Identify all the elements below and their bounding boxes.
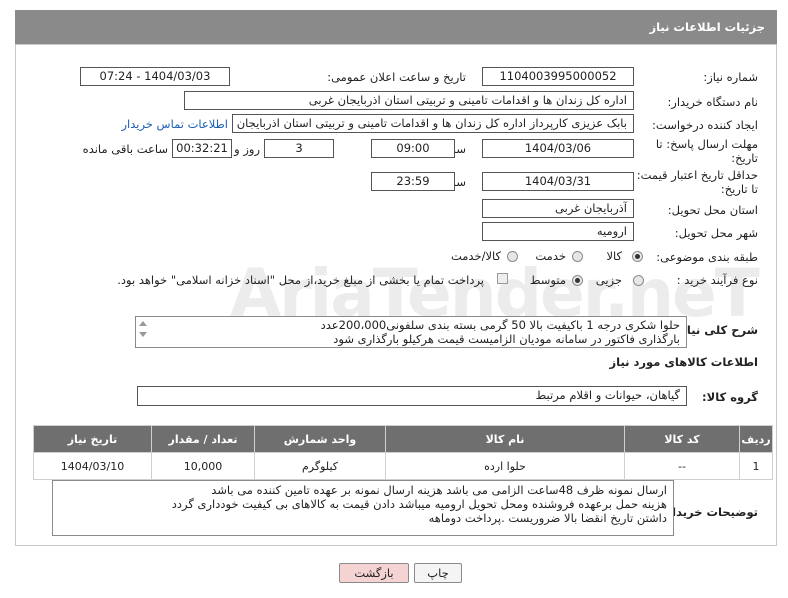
goods-table: ردیف کد کالا نام کالا واحد شمارش تعداد /… bbox=[33, 425, 773, 480]
category-radio-goods[interactable] bbox=[632, 251, 643, 262]
requester-label: ایجاد کننده درخواست: bbox=[652, 118, 758, 132]
need-number-field[interactable]: 1104003995000052 bbox=[482, 67, 634, 86]
treasury-checkbox[interactable] bbox=[497, 273, 508, 284]
deadline-label: مهلت ارسال پاسخ: تا bbox=[655, 137, 758, 151]
category-radio-goods-service[interactable] bbox=[507, 251, 518, 262]
col-header-code: کد کالا bbox=[624, 425, 740, 453]
scroll-arrows-icon bbox=[139, 321, 147, 337]
description-line-2: بارگذاری فاکتور در سامانه مودیان الزامیس… bbox=[333, 332, 680, 346]
remaining-time-field[interactable]: 00:32:21 bbox=[172, 139, 232, 158]
category-option-goods-service: کالا/خدمت bbox=[450, 249, 501, 263]
panel-title: جزئیات اطلاعات نیاز bbox=[649, 20, 765, 34]
process-radio-medium[interactable] bbox=[572, 275, 583, 286]
panel-header: جزئیات اطلاعات نیاز bbox=[15, 10, 777, 44]
description-textarea[interactable]: حلوا شکری درجه 1 باکیفیت بالا 50 گرمی بس… bbox=[135, 316, 687, 348]
deadline-time-field[interactable]: 09:00 bbox=[371, 139, 455, 158]
remaining-label: ساعت باقی مانده bbox=[82, 142, 168, 156]
need-number-label: شماره نیاز: bbox=[703, 70, 758, 84]
cell-name: حلوا ارده bbox=[385, 452, 625, 480]
description-scrollbar[interactable] bbox=[137, 318, 149, 346]
cell-row: 1 bbox=[739, 452, 773, 480]
cell-code: -- bbox=[624, 452, 740, 480]
process-option-minor: جزیی bbox=[595, 273, 622, 287]
announce-datetime-field[interactable]: 1404/03/03 - 07:24 bbox=[80, 67, 230, 86]
description-label: شرح کلی نیاز: bbox=[675, 323, 758, 337]
process-radio-minor[interactable] bbox=[633, 275, 644, 286]
col-header-name: نام کالا bbox=[385, 425, 625, 453]
payment-note: پرداخت تمام یا بخشی از مبلغ خرید،از محل … bbox=[117, 273, 484, 287]
category-label: طبقه بندی موضوعی: bbox=[656, 250, 758, 264]
col-header-unit: واحد شمارش bbox=[254, 425, 386, 453]
print-button[interactable]: چاپ bbox=[414, 563, 462, 583]
city-field[interactable]: ارومیه bbox=[482, 222, 634, 241]
buyer-notes-textarea[interactable]: ارسال نمونه ظرف 48ساعت الزامی می باشد هز… bbox=[52, 480, 674, 536]
category-option-service: خدمت bbox=[535, 249, 566, 263]
table-row[interactable]: 1 -- حلوا ارده کیلوگرم 10,000 1404/03/10 bbox=[33, 452, 773, 480]
province-label: استان محل تحویل: bbox=[667, 203, 758, 217]
province-field[interactable]: آذربایجان غربی bbox=[482, 199, 634, 218]
buyer-notes-line-3: داشتن تاریخ انقضا بالا ضروریست .پرداخت د… bbox=[428, 511, 667, 525]
days-field[interactable]: 3 bbox=[264, 139, 334, 158]
back-button[interactable]: بازگشت bbox=[339, 563, 409, 583]
process-option-medium: متوسط bbox=[529, 273, 566, 287]
validity-label-2: تا تاریخ: bbox=[720, 182, 758, 196]
deadline-date-field[interactable]: 1404/03/06 bbox=[482, 139, 634, 158]
description-line-1: حلوا شکری درجه 1 باکیفیت بالا 50 گرمی بس… bbox=[320, 318, 680, 332]
goods-group-field[interactable]: گیاهان، حیوانات و اقلام مرتبط bbox=[137, 386, 687, 406]
cell-qty: 10,000 bbox=[151, 452, 255, 480]
validity-time-field[interactable]: 23:59 bbox=[371, 172, 455, 191]
city-label: شهر محل تحویل: bbox=[674, 226, 758, 240]
requester-field[interactable]: بابک عزیزی کارپرداز اداره کل زندان ها و … bbox=[232, 114, 634, 133]
validity-date-field[interactable]: 1404/03/31 bbox=[482, 172, 634, 191]
days-label: روز و bbox=[234, 142, 260, 156]
contact-info-link[interactable]: اطلاعات تماس خریدار bbox=[121, 117, 228, 131]
category-option-goods: کالا bbox=[606, 249, 622, 263]
col-header-row: ردیف bbox=[739, 425, 773, 453]
buyer-notes-line-2: هزینه حمل برعهده فروشنده ومحل تحویل اروم… bbox=[171, 497, 667, 511]
validity-label: حداقل تاریخ اعتبار قیمت: bbox=[636, 168, 758, 182]
goods-section-title: اطلاعات کالاهای مورد نیاز bbox=[609, 355, 758, 369]
col-header-qty: تعداد / مقدار bbox=[151, 425, 255, 453]
col-header-date: تاریخ نیاز bbox=[33, 425, 152, 453]
buyer-notes-label: توضیحات خریدار: bbox=[660, 505, 758, 519]
buyer-org-field[interactable]: اداره کل زندان ها و اقدامات تامینی و ترب… bbox=[184, 91, 634, 110]
cell-unit: کیلوگرم bbox=[254, 452, 386, 480]
buyer-org-label: نام دستگاه خریدار: bbox=[667, 95, 758, 109]
goods-group-label: گروه کالا: bbox=[702, 390, 758, 404]
announce-label: تاریخ و ساعت اعلان عمومی: bbox=[327, 70, 466, 84]
deadline-label-2: تاریخ: bbox=[731, 151, 758, 165]
process-label: نوع فرآیند خرید : bbox=[676, 273, 758, 287]
buyer-notes-line-1: ارسال نمونه ظرف 48ساعت الزامی می باشد هز… bbox=[211, 483, 667, 497]
cell-date: 1404/03/10 bbox=[33, 452, 152, 480]
category-radio-service[interactable] bbox=[572, 251, 583, 262]
